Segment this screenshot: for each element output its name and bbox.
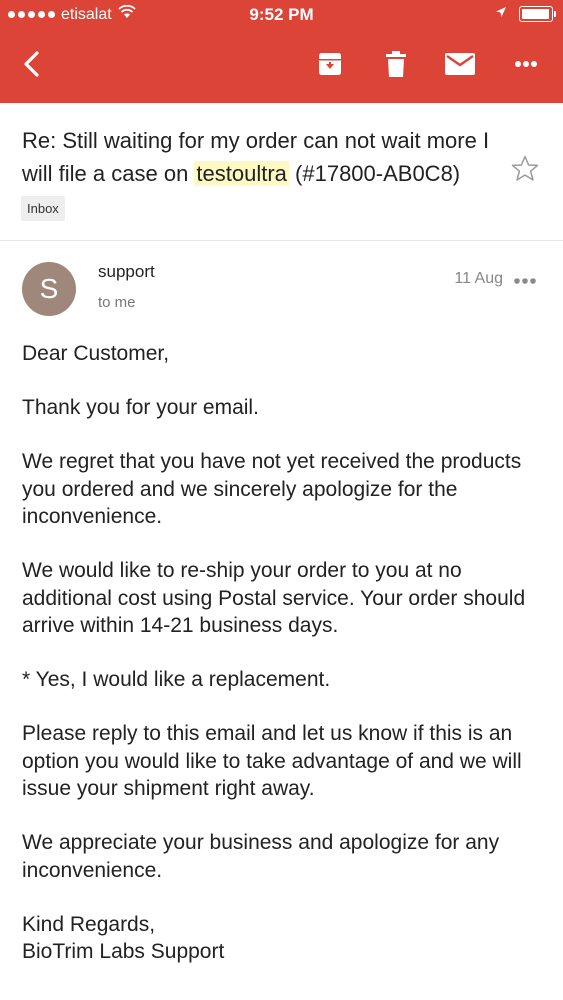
more-horizontal-icon (514, 278, 536, 284)
app-bar: etisalat 9:52 PM (0, 0, 563, 103)
chevron-left-icon (24, 51, 39, 77)
body-paragraph: We would like to re-ship your order to y… (22, 559, 526, 637)
sender-name[interactable]: support (98, 262, 155, 282)
status-right-group (495, 5, 556, 23)
archive-icon (319, 53, 341, 75)
status-bar: etisalat 9:52 PM (0, 0, 563, 30)
email-subject: Re: Still waiting for my order can not w… (22, 124, 502, 190)
subject-highlight: testoultra (194, 161, 289, 186)
inbox-label-chip[interactable]: Inbox (21, 196, 65, 221)
back-button[interactable] (14, 44, 48, 84)
subject-order-number: (#17800-AB0C8) (288, 161, 461, 186)
delete-button[interactable] (376, 44, 416, 84)
header-divider (0, 240, 563, 241)
body-greeting: Dear Customer, (22, 342, 170, 365)
star-icon (511, 155, 539, 181)
body-paragraph: Thank you for your email. (22, 396, 259, 419)
body-paragraph: We appreciate your business and apologiz… (22, 831, 500, 882)
archive-button[interactable] (310, 44, 350, 84)
body-paragraph: We regret that you have not yet received… (22, 450, 522, 528)
body-paragraph: Please reply to this email and let us kn… (22, 722, 522, 800)
email-body: Dear Customer, Thank you for your email.… (22, 340, 542, 966)
location-arrow-icon (495, 5, 507, 23)
avatar[interactable]: S (22, 262, 76, 316)
recipient-details[interactable]: to me (98, 294, 136, 311)
more-options-button[interactable] (506, 44, 546, 84)
star-button[interactable] (511, 155, 539, 187)
more-horizontal-icon (515, 61, 537, 67)
body-paragraph: * Yes, I would like a replacement. (22, 668, 331, 691)
mark-unread-button[interactable] (440, 44, 480, 84)
message-date: 11 Aug (454, 270, 503, 287)
body-signoff: Kind Regards, (22, 912, 156, 936)
body-signature: BioTrim Labs Support (22, 940, 225, 963)
status-time: 9:52 PM (249, 5, 314, 24)
message-more-button[interactable] (513, 272, 537, 290)
battery-icon (519, 6, 556, 22)
mail-icon (445, 53, 475, 75)
trash-icon (386, 51, 406, 77)
